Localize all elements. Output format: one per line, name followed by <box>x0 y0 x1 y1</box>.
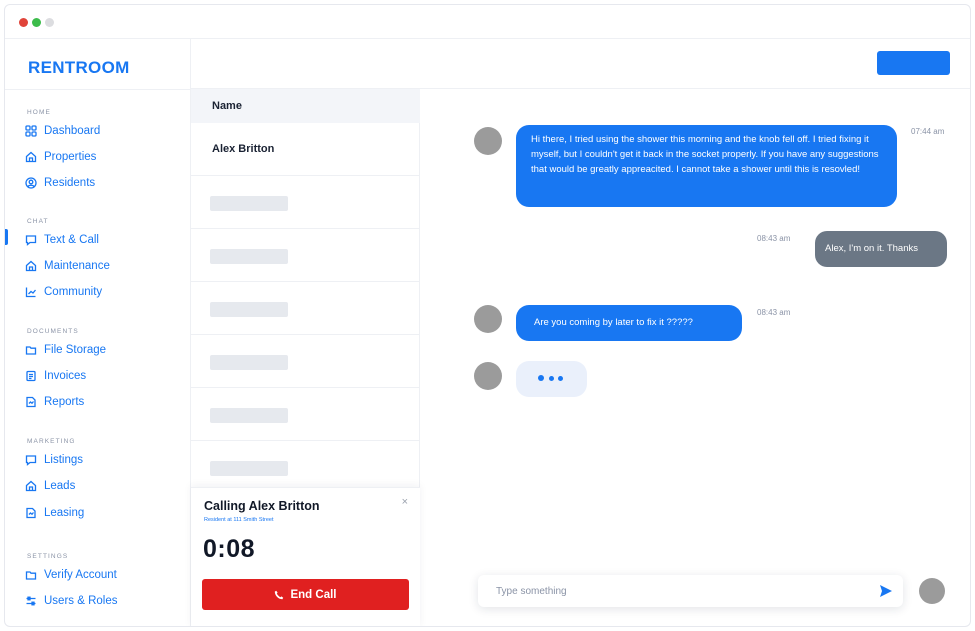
sidebar-item-users-roles[interactable]: Users & Roles <box>25 592 118 610</box>
message-bubble-outgoing: Alex, I'm on it. Thanks <box>815 231 947 267</box>
home-icon <box>25 480 37 492</box>
sidebar-item-leads[interactable]: Leads <box>25 477 75 495</box>
active-indicator <box>5 229 8 245</box>
skeleton-placeholder <box>210 408 288 423</box>
sidebar-item-leasing[interactable]: Leasing <box>25 504 84 522</box>
list-item[interactable] <box>191 282 420 335</box>
message-composer <box>478 575 903 607</box>
end-call-label: End Call <box>290 588 337 601</box>
chart-icon <box>25 287 36 298</box>
call-title: Calling Alex Britton <box>204 499 320 513</box>
sidebar-item-maintenance[interactable]: Maintenance <box>25 257 110 275</box>
window-minimize-button[interactable] <box>45 18 54 27</box>
chat-panel: Hi there, I tried using the shower this … <box>420 89 970 626</box>
send-icon[interactable] <box>879 584 893 598</box>
sliders-icon <box>26 596 36 606</box>
column-header-name: Name <box>212 100 242 112</box>
phone-icon <box>275 590 284 599</box>
section-title-documents: DOCUMENTS <box>27 328 79 335</box>
sidebar-item-label: Invoices <box>44 370 87 382</box>
sidebar-item-listings[interactable]: Listings <box>25 451 83 469</box>
window-close-button[interactable] <box>19 18 28 27</box>
list-item[interactable]: Alex Britton <box>191 123 420 176</box>
section-title-marketing: MARKETING <box>27 438 76 445</box>
chat-icon <box>25 455 37 466</box>
contact-name: Alex Britton <box>212 143 275 155</box>
avatar <box>474 127 502 155</box>
invoice-icon <box>26 370 36 382</box>
sidebar-item-text-call[interactable]: Text & Call <box>25 231 99 249</box>
message-bubble-incoming: Hi there, I tried using the shower this … <box>516 125 897 207</box>
message-timestamp: 08:43 am <box>757 234 791 243</box>
avatar <box>919 578 945 604</box>
chat-icon <box>25 235 37 246</box>
sidebar: RENTROOM HOME Dashboard Properties Resid… <box>5 39 191 626</box>
top-header <box>191 39 970 89</box>
skeleton-placeholder <box>210 249 288 264</box>
skeleton-placeholder <box>210 355 288 370</box>
window-maximize-button[interactable] <box>32 18 41 27</box>
home-icon <box>25 151 37 163</box>
sidebar-item-file-storage[interactable]: File Storage <box>25 341 106 359</box>
sidebar-item-label: Maintenance <box>44 260 110 272</box>
sidebar-item-properties[interactable]: Properties <box>25 148 96 166</box>
message-bubble-incoming: Are you coming by later to fix it ????? <box>516 305 742 341</box>
message-timestamp: 08:43 am <box>757 308 791 317</box>
sidebar-item-dashboard[interactable]: Dashboard <box>25 122 100 140</box>
section-title-settings: SETTINGS <box>27 553 69 560</box>
skeleton-placeholder <box>210 196 288 211</box>
home-icon <box>25 260 37 272</box>
sidebar-item-reports[interactable]: Reports <box>25 393 84 411</box>
typing-dot <box>538 375 544 381</box>
section-title-home: HOME <box>27 109 51 116</box>
typing-dot <box>558 376 563 381</box>
report-icon <box>26 507 36 519</box>
message-timestamp: 07:44 am <box>911 127 945 136</box>
typing-indicator <box>516 361 587 397</box>
avatar <box>474 362 502 390</box>
sidebar-item-label: Dashboard <box>44 125 101 137</box>
sidebar-item-label: Reports <box>44 396 85 408</box>
list-item[interactable] <box>191 335 420 388</box>
end-call-button[interactable]: End Call <box>202 579 409 610</box>
list-item[interactable] <box>191 229 420 282</box>
list-item[interactable] <box>191 176 420 229</box>
folder-icon <box>25 346 37 355</box>
grid-icon <box>25 125 37 137</box>
skeleton-placeholder <box>210 461 288 476</box>
sidebar-item-label: Properties <box>44 151 97 163</box>
sidebar-item-verify-account[interactable]: Verify Account <box>25 566 117 584</box>
brand-logo: RENTROOM <box>28 58 130 77</box>
report-icon <box>26 396 36 408</box>
skeleton-placeholder <box>210 302 288 317</box>
typing-dot <box>549 376 554 381</box>
sidebar-item-label: Verify Account <box>44 569 117 581</box>
sidebar-item-label: Leasing <box>44 507 85 519</box>
sidebar-item-label: Text & Call <box>44 234 99 246</box>
sidebar-item-label: Users & Roles <box>44 595 118 607</box>
app-window: RENTROOM HOME Dashboard Properties Resid… <box>4 4 971 627</box>
divider <box>5 89 191 90</box>
close-icon[interactable]: × <box>402 496 408 508</box>
sidebar-item-label: Community <box>44 286 103 298</box>
title-bar <box>5 5 970 39</box>
user-circle-icon <box>25 177 37 189</box>
sidebar-item-label: Residents <box>44 177 96 189</box>
header-action-button[interactable] <box>877 51 950 75</box>
folder-icon <box>25 571 37 580</box>
contacts-header: Name <box>191 89 420 123</box>
sidebar-item-label: Listings <box>44 454 83 466</box>
sidebar-item-invoices[interactable]: Invoices <box>25 367 86 385</box>
avatar <box>474 305 502 333</box>
section-title-chat: CHAT <box>27 218 49 225</box>
sidebar-item-label: File Storage <box>44 344 107 356</box>
call-timer: 0:08 <box>203 535 256 563</box>
sidebar-item-community[interactable]: Community <box>25 283 102 301</box>
sidebar-item-label: Leads <box>44 480 76 492</box>
call-subtitle: Resident at 111 Smith Street <box>204 517 274 523</box>
sidebar-item-residents[interactable]: Residents <box>25 174 95 192</box>
list-item[interactable] <box>191 388 420 441</box>
message-input[interactable] <box>478 575 868 607</box>
call-panel: Calling Alex Britton Resident at 111 Smi… <box>191 487 420 626</box>
